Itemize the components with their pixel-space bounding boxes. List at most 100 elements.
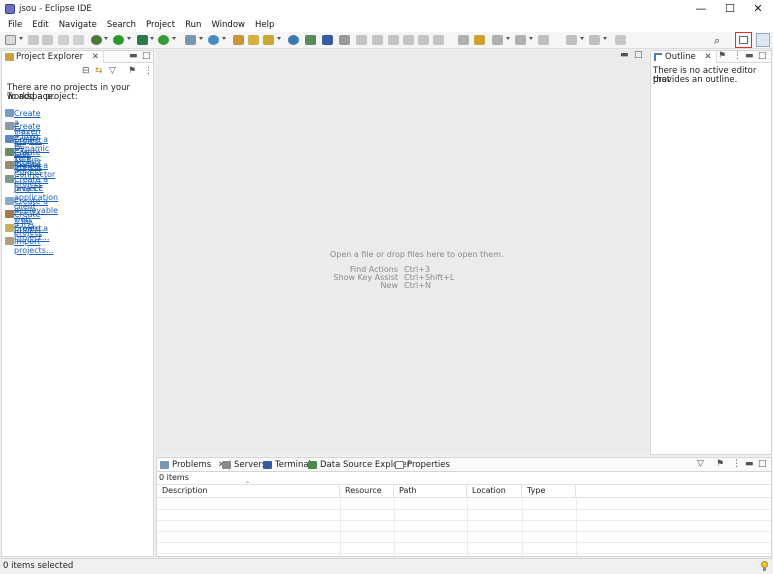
application-client-icon xyxy=(5,175,14,183)
focus-icon[interactable]: ⚑ xyxy=(716,459,724,469)
external-tools-dropdown-icon[interactable] xyxy=(150,37,154,40)
new-java-class-icon[interactable] xyxy=(208,35,219,45)
tip-lightbulb-icon[interactable] xyxy=(760,560,769,572)
tab-problems[interactable]: Problems ✕ xyxy=(159,459,231,471)
terminal-toolbar-icon[interactable] xyxy=(322,35,333,45)
filter-icon[interactable]: ▽ xyxy=(109,66,116,76)
lightbulb-glass xyxy=(761,561,768,568)
tab-outline[interactable]: Outline ✕ xyxy=(651,51,717,63)
forward-dropdown-icon[interactable] xyxy=(603,37,607,40)
menu-navigate[interactable]: Navigate xyxy=(54,18,102,32)
deployable-web-project-icon xyxy=(5,197,14,205)
java-ee-perspective-icon[interactable] xyxy=(756,33,770,47)
tab-project-explorer[interactable]: Project Explorer ✕ xyxy=(2,51,105,63)
suspend-icon[interactable] xyxy=(372,35,383,45)
debug-icon[interactable] xyxy=(91,35,102,45)
view-menu-icon[interactable]: ⋮ xyxy=(732,459,741,469)
next-annotation-dropdown-icon[interactable] xyxy=(506,37,510,40)
menu-run[interactable]: Run xyxy=(180,18,206,32)
last-edit-location-icon[interactable] xyxy=(538,35,549,45)
open-task-icon[interactable] xyxy=(248,35,259,45)
new-server-icon[interactable] xyxy=(185,35,196,45)
search-toolbar-dropdown-icon[interactable] xyxy=(277,37,281,40)
search-icon[interactable]: ⌕ xyxy=(714,34,720,48)
focus-icon[interactable]: ⚑ xyxy=(128,66,136,76)
column-type[interactable]: Type xyxy=(522,484,576,498)
step-into-icon[interactable] xyxy=(403,35,414,45)
menu-search[interactable]: Search xyxy=(102,18,141,32)
minimize-button[interactable]: — xyxy=(686,2,716,16)
step-return-icon[interactable] xyxy=(433,35,444,45)
editor-area[interactable]: ▬ □ Open a file or drop files here to op… xyxy=(156,50,649,455)
tab-properties[interactable]: Properties xyxy=(394,459,450,471)
menu-help[interactable]: Help xyxy=(250,18,279,32)
shortcut-keys: Ctrl+N xyxy=(404,281,431,290)
editor-maximize-icon[interactable]: □ xyxy=(634,50,643,60)
create-application-client-project-link-continuation[interactable]: project xyxy=(14,184,42,193)
close-button[interactable]: ✕ xyxy=(743,2,773,16)
external-tools-icon[interactable] xyxy=(137,35,148,45)
debug-dropdown-icon[interactable] xyxy=(104,37,108,40)
coverage-icon[interactable] xyxy=(158,35,169,45)
open-perspective-button[interactable] xyxy=(735,32,752,48)
tab-servers[interactable]: Servers xyxy=(221,459,266,471)
close-tab-icon[interactable]: ✕ xyxy=(704,52,711,62)
new-icon[interactable] xyxy=(5,35,16,45)
new-java-class-dropdown-icon[interactable] xyxy=(222,37,226,40)
save-all-icon[interactable] xyxy=(42,35,53,45)
maximize-view-icon[interactable]: □ xyxy=(142,51,151,61)
menu-project[interactable]: Project xyxy=(141,18,180,32)
menu-window[interactable]: Window xyxy=(206,18,250,32)
previous-annotation-dropdown-icon[interactable] xyxy=(529,37,533,40)
column-location[interactable]: Location xyxy=(467,484,522,498)
resume-icon[interactable] xyxy=(356,35,367,45)
minimize-view-icon[interactable]: ▬ xyxy=(745,51,754,61)
import-projects-link[interactable]: Import projects... xyxy=(14,237,54,255)
back-dropdown-icon[interactable] xyxy=(580,37,584,40)
coverage-dropdown-icon[interactable] xyxy=(172,37,176,40)
undo-icon[interactable] xyxy=(58,35,69,45)
back-icon[interactable] xyxy=(566,35,577,45)
minimize-view-icon[interactable]: ▬ xyxy=(745,459,754,469)
redo-icon[interactable] xyxy=(73,35,84,45)
menu-file[interactable]: File xyxy=(3,18,27,32)
step-over-icon[interactable] xyxy=(418,35,429,45)
sort-indicator-icon: ^ xyxy=(245,481,251,488)
mark-occurrences-icon[interactable] xyxy=(474,35,485,45)
link-with-editor-icon[interactable]: ⇆ xyxy=(95,66,103,76)
minimize-view-icon[interactable]: ▬ xyxy=(129,51,138,61)
new-dropdown-icon[interactable] xyxy=(19,37,23,40)
run-dropdown-icon[interactable] xyxy=(127,37,131,40)
open-type-icon[interactable] xyxy=(233,35,244,45)
save-icon[interactable] xyxy=(28,35,39,45)
next-annotation-icon[interactable] xyxy=(492,35,503,45)
collapse-all-icon[interactable]: ⊟ xyxy=(82,66,90,76)
maximize-button[interactable]: ☐ xyxy=(715,2,745,16)
toggle-word-wrap-icon[interactable] xyxy=(458,35,469,45)
terminate-icon[interactable] xyxy=(388,35,399,45)
project-explorer-panel: Project Explorer ✕ ▬ □ ⊟ ⇆ ▽ ⚑ ⋮ There a… xyxy=(1,50,154,557)
run-icon[interactable] xyxy=(113,35,124,45)
filter-icon[interactable]: ▽ xyxy=(697,459,704,469)
search-toolbar-icon[interactable] xyxy=(263,35,274,45)
disconnect-icon[interactable] xyxy=(339,35,350,45)
maximize-view-icon[interactable]: □ xyxy=(758,459,767,469)
maximize-view-icon[interactable]: □ xyxy=(758,51,767,61)
pin-editor-icon[interactable] xyxy=(615,35,626,45)
problems-tab-label: Problems xyxy=(172,460,212,470)
column-path[interactable]: Path xyxy=(394,484,467,498)
view-menu-icon[interactable]: ⋮ xyxy=(733,51,742,61)
column-resource[interactable]: Resource xyxy=(340,484,394,498)
web-browser-icon[interactable] xyxy=(288,35,299,45)
close-tab-icon[interactable]: ✕ xyxy=(92,52,99,62)
skip-breakpoints-icon[interactable] xyxy=(305,35,316,45)
forward-icon[interactable] xyxy=(589,35,600,45)
editor-minimize-icon[interactable]: ▬ xyxy=(620,50,629,60)
previous-annotation-icon[interactable] xyxy=(515,35,526,45)
view-menu-icon[interactable]: ⋮ xyxy=(144,66,153,76)
menu-edit[interactable]: Edit xyxy=(27,18,53,32)
focus-icon[interactable]: ⚑ xyxy=(718,51,726,61)
tab-terminal[interactable]: Terminal xyxy=(262,459,311,471)
new-server-dropdown-icon[interactable] xyxy=(199,37,203,40)
lightbulb-base xyxy=(763,568,766,571)
